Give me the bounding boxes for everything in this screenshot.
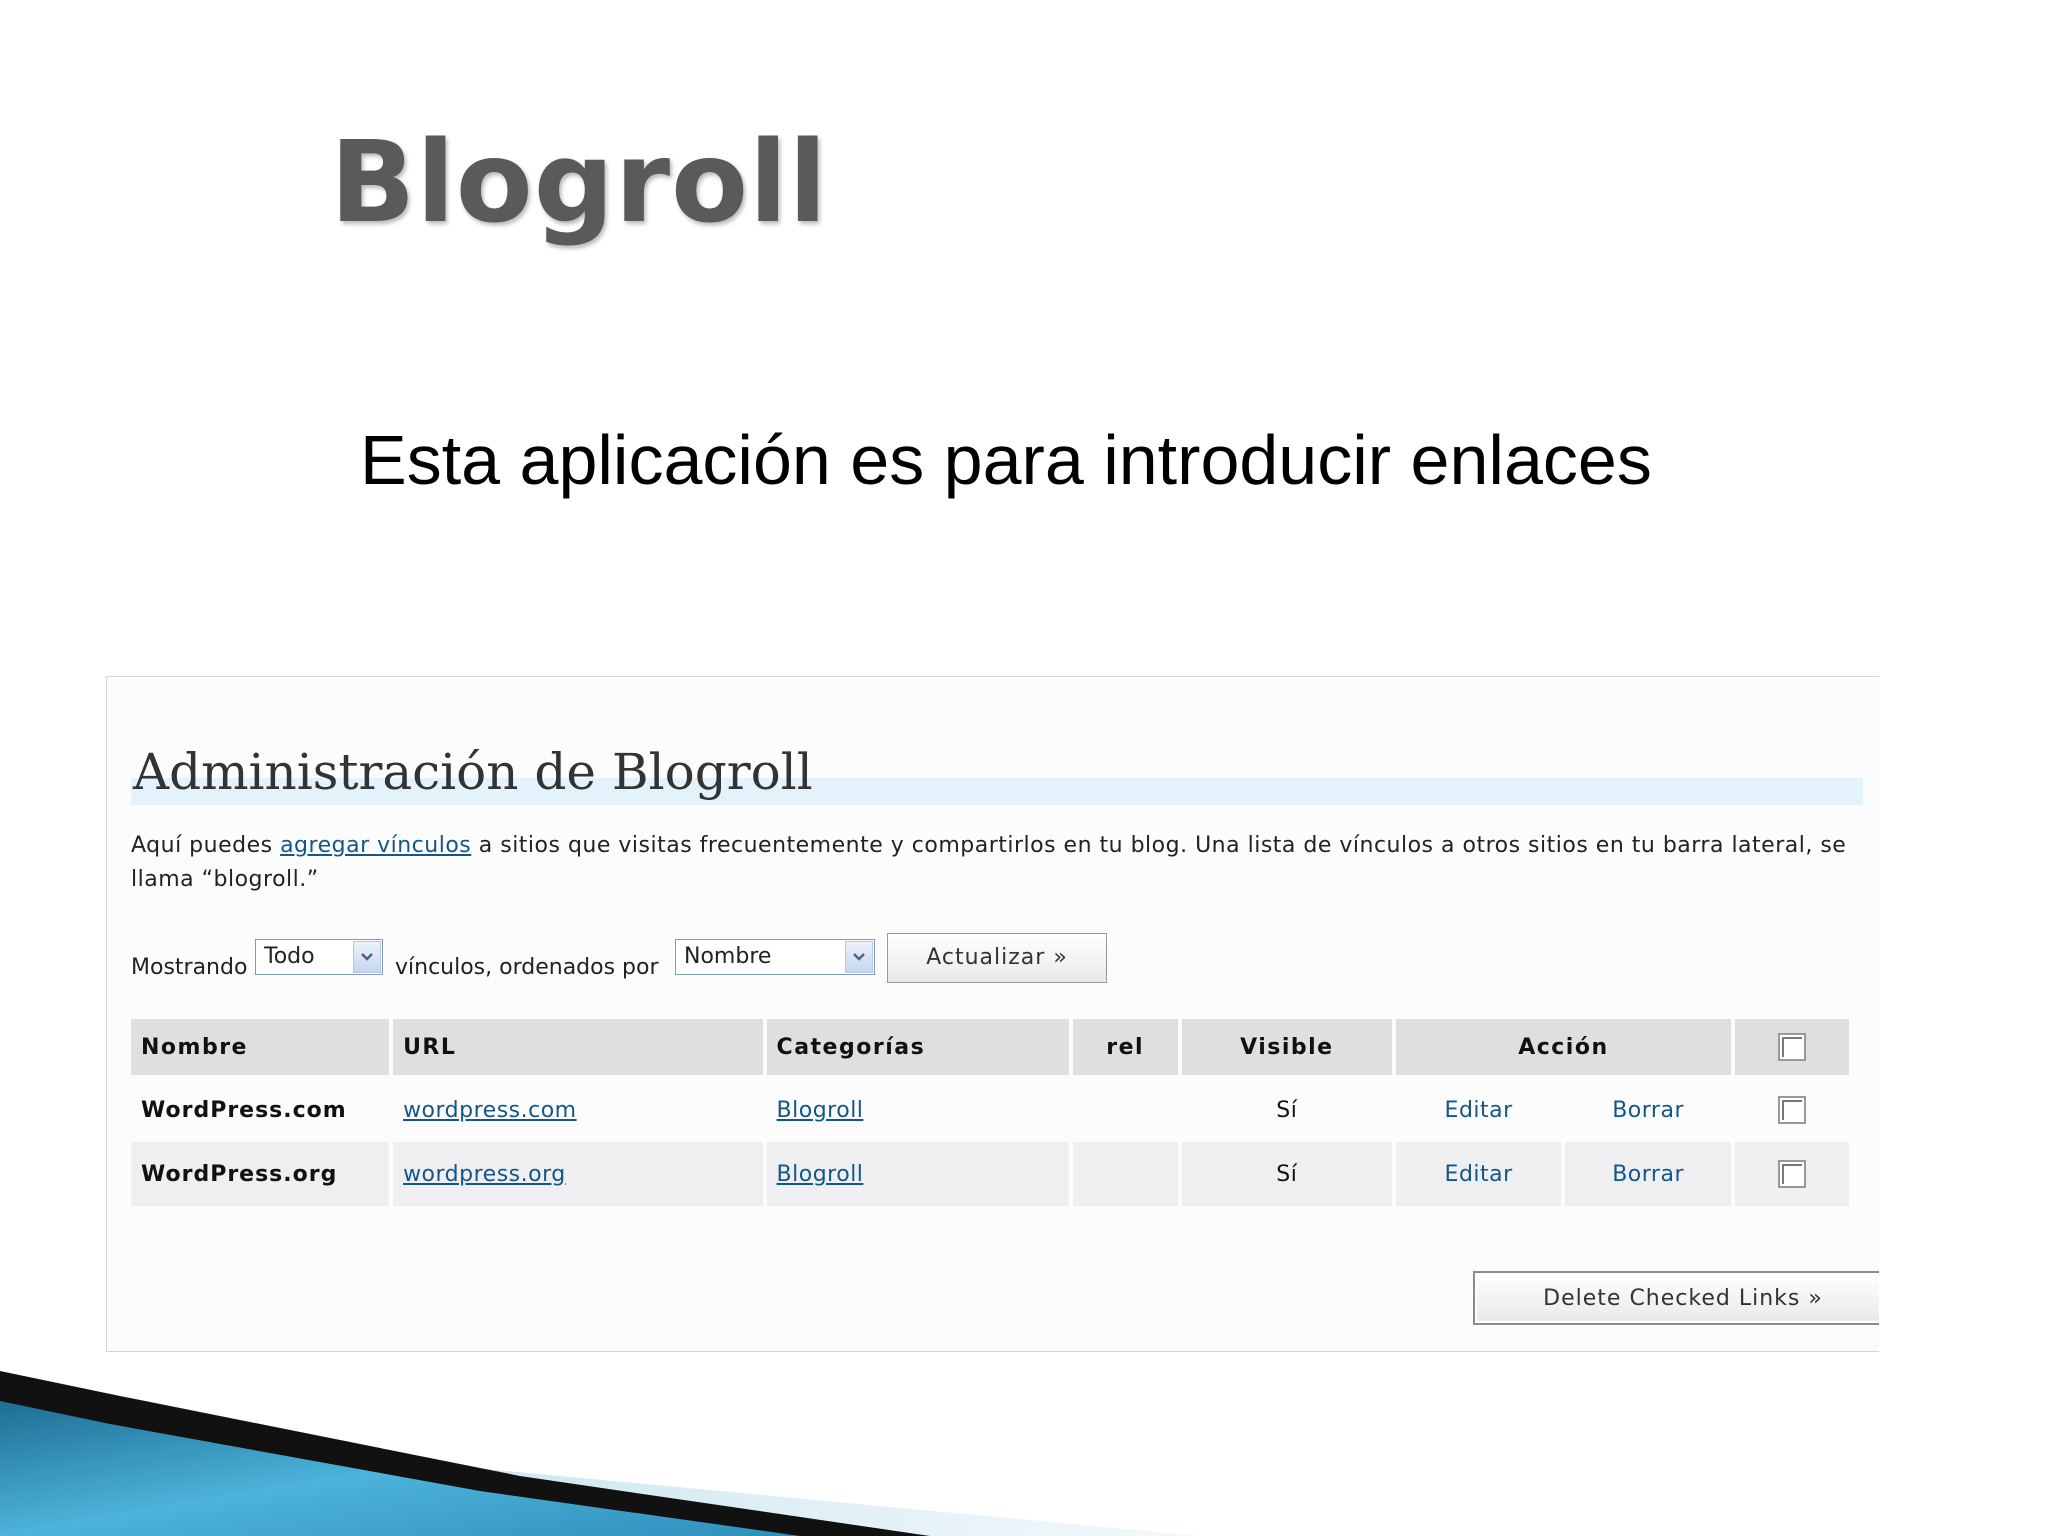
edit-link[interactable]: Editar [1445, 1162, 1513, 1187]
delete-checked-links-button[interactable]: Delete Checked Links » [1473, 1271, 1879, 1325]
links-table: Nombre URL Categorías rel Visible Acción… [127, 1019, 1853, 1206]
col-name[interactable]: Nombre [131, 1019, 390, 1078]
link-visible: Sí [1181, 1142, 1392, 1206]
ordered-by-label: vínculos, ordenados por [395, 955, 659, 980]
link-url-cell: wordpress.com [393, 1078, 762, 1142]
chevron-down-icon[interactable] [353, 941, 381, 973]
showing-label: Mostrando [131, 955, 248, 980]
link-name: WordPress.org [131, 1142, 390, 1206]
col-rel[interactable]: rel [1072, 1019, 1178, 1078]
link-url-cell: wordpress.org [393, 1142, 763, 1206]
link-name: WordPress.com [141, 1097, 347, 1123]
delete-cell: Borrar [1565, 1142, 1731, 1206]
col-select-all [1734, 1019, 1849, 1078]
select-all-checkbox[interactable] [1777, 1033, 1806, 1061]
intro-before-link: Aquí puedes [131, 833, 281, 858]
filter-bar: Mostrando Todo vínculos, ordenados por N… [131, 933, 1861, 983]
row-checkbox[interactable] [1777, 1096, 1806, 1124]
col-action: Acción [1395, 1019, 1731, 1078]
delete-link[interactable]: Borrar [1612, 1162, 1684, 1187]
row-checkbox[interactable] [1777, 1160, 1806, 1188]
intro-text: Aquí puedes agregar vínculos a sitios qu… [131, 829, 1861, 897]
slide-subtitle: Esta aplicación es para introducir enlac… [360, 421, 1652, 499]
edit-link[interactable]: Editar [1445, 1098, 1513, 1123]
col-url[interactable]: URL [393, 1019, 763, 1078]
blogroll-admin-screenshot: Administración de Blogroll Aquí puedes a… [106, 676, 1879, 1352]
col-categories[interactable]: Categorías [766, 1019, 1069, 1078]
chevron-down-icon[interactable] [845, 941, 873, 973]
link-category[interactable]: Blogroll [777, 1098, 864, 1123]
table-header-row: Nombre URL Categorías rel Visible Acción [131, 1019, 1849, 1078]
link-url[interactable]: wordpress.org [403, 1162, 566, 1187]
delete-cell: Borrar [1565, 1078, 1731, 1142]
edit-cell: Editar [1396, 1078, 1561, 1142]
order-select[interactable]: Nombre [675, 939, 875, 975]
edit-cell: Editar [1395, 1142, 1562, 1206]
link-visible: Sí [1276, 1097, 1298, 1123]
update-button[interactable]: Actualizar » [887, 933, 1107, 983]
table-row: WordPress.com wordpress.com Blogroll Sí … [131, 1078, 1849, 1142]
show-select[interactable]: Todo [255, 939, 383, 975]
show-select-value: Todo [264, 944, 315, 969]
link-category[interactable]: Blogroll [777, 1162, 864, 1187]
link-category-cell: Blogroll [767, 1078, 1069, 1142]
link-category-cell: Blogroll [766, 1142, 1069, 1206]
delete-link[interactable]: Borrar [1612, 1098, 1684, 1123]
row-checkbox-cell [1735, 1078, 1849, 1142]
slide-title: Blogroll [330, 118, 828, 248]
order-select-value: Nombre [684, 944, 772, 969]
row-checkbox-cell [1734, 1142, 1849, 1206]
col-visible[interactable]: Visible [1181, 1019, 1392, 1078]
link-rel [1072, 1142, 1178, 1206]
link-url[interactable]: wordpress.com [403, 1098, 577, 1123]
table-row: WordPress.org wordpress.org Blogroll Sí … [131, 1142, 1849, 1206]
add-links-link[interactable]: agregar vínculos [280, 833, 471, 858]
page-title: Administración de Blogroll [131, 733, 1863, 811]
link-rel [1073, 1078, 1178, 1142]
